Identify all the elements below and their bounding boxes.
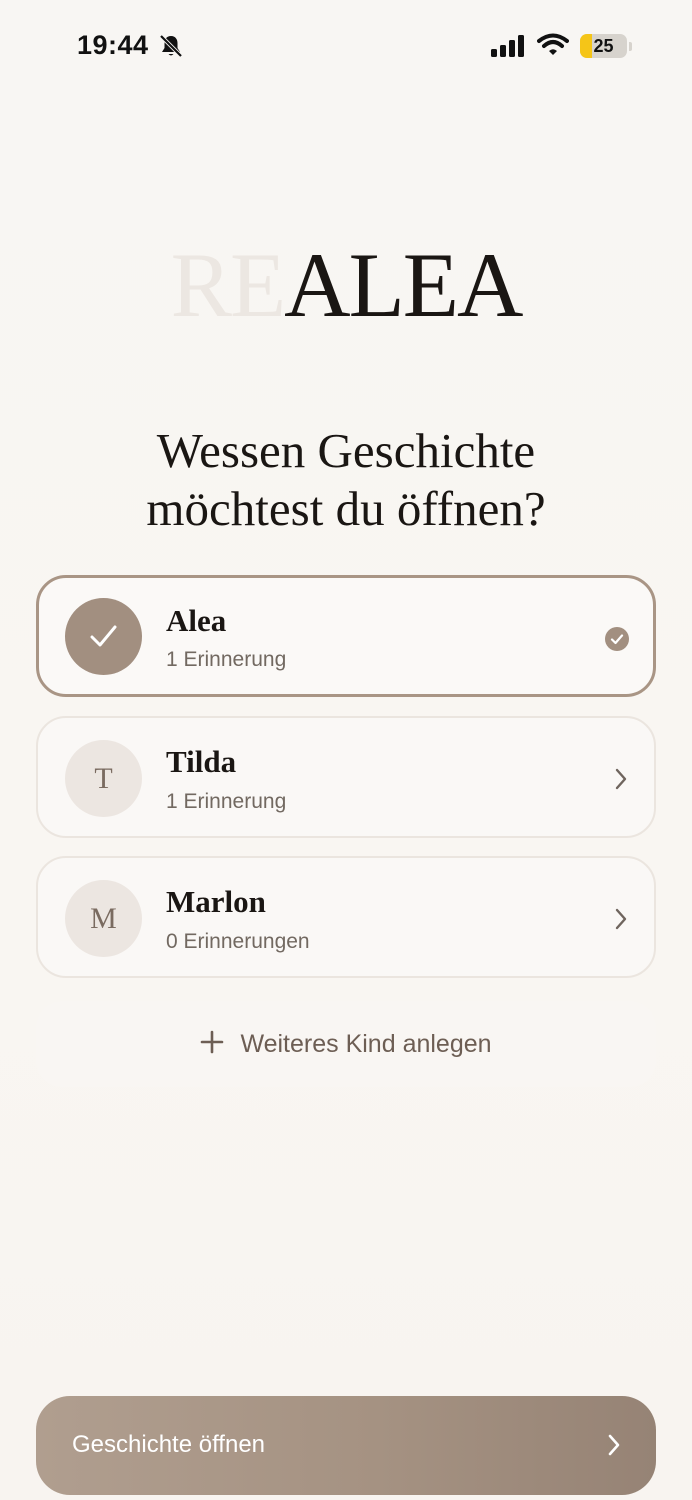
- page-title-line1: Wessen Geschichte: [156, 423, 536, 478]
- child-card-marlon[interactable]: M Marlon 0 Erinnerungen: [36, 856, 656, 978]
- chevron-right-icon: [613, 767, 629, 791]
- chevron-right-icon: [606, 1433, 622, 1457]
- wifi-icon: [537, 33, 569, 57]
- app-logo: REALEA: [0, 230, 692, 340]
- plus-icon: [200, 1030, 224, 1059]
- child-avatar-marlon: M: [65, 880, 142, 957]
- page-title: Wessen Geschichte möchtest du öffnen?: [40, 422, 652, 538]
- open-story-button[interactable]: Geschichte öffnen: [36, 1396, 656, 1495]
- child-avatar-tilda: T: [65, 740, 142, 817]
- battery-icon: 25: [580, 34, 627, 58]
- cellular-signal-icon: [490, 34, 528, 58]
- status-time: 19:44: [77, 30, 149, 60]
- child-name: Alea: [166, 603, 227, 638]
- add-child-button[interactable]: Weiteres Kind anlegen: [36, 1001, 656, 1087]
- logo-prefix: RE: [170, 234, 287, 336]
- add-child-label: Weiteres Kind anlegen: [240, 1029, 492, 1058]
- child-name: Marlon: [166, 884, 266, 919]
- selected-check-icon: [605, 627, 629, 651]
- page-title-line2: möchtest du öffnen?: [146, 481, 546, 536]
- child-card-alea[interactable]: Alea 1 Erinnerung: [36, 575, 656, 697]
- chevron-right-icon: [613, 907, 629, 931]
- bell-slash-icon: [158, 33, 184, 59]
- child-memory-count: 0 Erinnerungen: [166, 930, 310, 953]
- checkmark-icon: [90, 625, 117, 647]
- child-memory-count: 1 Erinnerung: [166, 648, 287, 671]
- child-avatar-alea: [65, 598, 142, 675]
- battery-percent: 25: [593, 36, 614, 56]
- status-bar: 19:44 25: [0, 0, 692, 95]
- open-story-label: Geschichte öffnen: [72, 1431, 266, 1458]
- battery-nub: [629, 42, 632, 51]
- child-memory-count: 1 Erinnerung: [166, 790, 287, 813]
- logo-main: ALEA: [284, 234, 523, 336]
- child-card-tilda[interactable]: T Tilda 1 Erinnerung: [36, 716, 656, 838]
- child-name: Tilda: [166, 744, 237, 779]
